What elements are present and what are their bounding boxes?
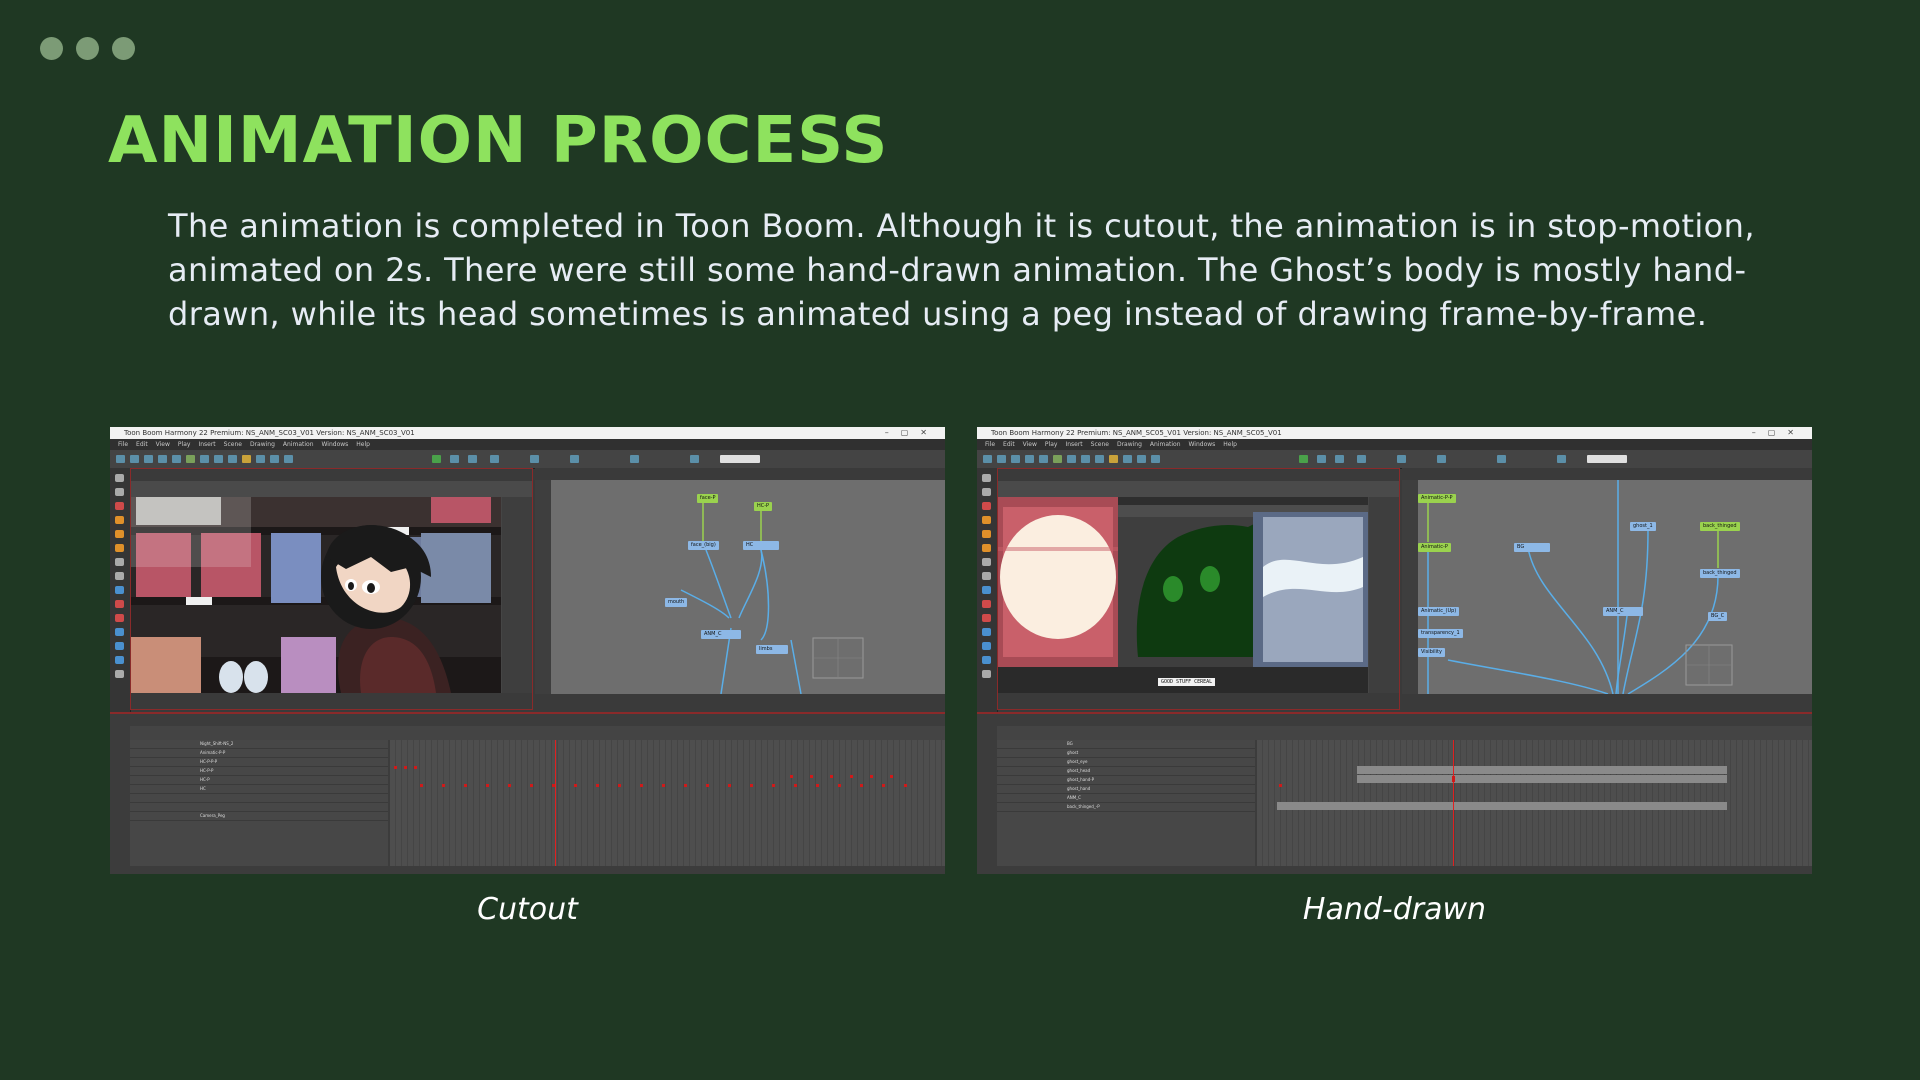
- window-titlebar: Toon Boom Harmony 22 Premium: NS_ANM_SC0…: [110, 427, 945, 439]
- layer-row: ANM_C: [997, 794, 1255, 803]
- menu-item: Help: [356, 441, 370, 448]
- layer-row: [130, 794, 388, 803]
- main-toolbar: [977, 450, 1812, 469]
- node: transparency_1: [1418, 629, 1463, 638]
- node: face_(big): [688, 541, 719, 550]
- node: mouth: [665, 598, 688, 607]
- toonboom-screenshot-hand-drawn: Toon Boom Harmony 22 Premium: NS_ANM_SC0…: [977, 427, 1812, 874]
- dot-icon: [40, 37, 63, 60]
- slide-title: ANIMATION PROCESS: [108, 104, 889, 178]
- layer-row: ghost_hand: [997, 785, 1255, 794]
- node: Animatic-P-P: [1418, 494, 1456, 503]
- menu-item: File: [985, 441, 996, 448]
- menu-item: View: [1022, 441, 1037, 448]
- node: ANM_C: [701, 630, 741, 639]
- menu-item: Windows: [321, 441, 349, 448]
- menu-item: Drawing: [249, 441, 275, 448]
- node-graph: face-P HC-P face_(big) HC mouth ANM_C li…: [551, 480, 945, 694]
- window-title: Toon Boom Harmony 22 Premium: NS_ANM_SC0…: [124, 429, 415, 437]
- layer-row: HC-P-P: [130, 767, 388, 776]
- dot-icon: [112, 37, 135, 60]
- timeline-panel: BG ghost ghost_eye ghost_head ghost_hand…: [977, 712, 1812, 874]
- window-dots: [40, 37, 135, 60]
- menu-item: Play: [1044, 441, 1058, 448]
- node: limbs: [756, 645, 788, 654]
- slide-body-text: The animation is completed in Toon Boom.…: [168, 207, 1755, 333]
- dot-icon: [76, 37, 99, 60]
- caption-cutout: Cutout: [477, 892, 578, 927]
- layer-row: HC-P: [130, 776, 388, 785]
- layer-row: [130, 803, 388, 812]
- camera-view-panel: [130, 468, 533, 710]
- node: HC: [743, 541, 779, 550]
- camera-view-panel: GOOD STUFF CEREAL: [997, 468, 1400, 710]
- menu-item: Insert: [198, 441, 216, 448]
- node: back_thinged: [1700, 569, 1740, 578]
- menu-item: Scene: [1090, 441, 1109, 448]
- menu-item: Help: [1223, 441, 1237, 448]
- scene-canvas: GOOD STUFF CEREAL: [998, 497, 1368, 693]
- menu-item: Scene: [223, 441, 242, 448]
- menu-item: Drawing: [1116, 441, 1142, 448]
- node-view-panel: face-P HC-P face_(big) HC mouth ANM_C li…: [535, 468, 945, 710]
- timeline-grid: [1257, 740, 1812, 866]
- scene-canvas: [131, 497, 501, 693]
- window-controls: –▢✕: [1751, 428, 1806, 437]
- layer-row: Animatic-P-P: [130, 749, 388, 758]
- node-graph: Animatic-P-P Animatic-P BG ghost_1 back_…: [1418, 480, 1812, 694]
- node: back_thinged: [1700, 522, 1740, 531]
- menu-item: File: [118, 441, 129, 448]
- main-toolbar: [110, 450, 945, 469]
- timeline-panel: Night_Shift-NS_2 Animatic-P-P HC-P-P-P H…: [110, 712, 945, 874]
- menu-item: Animation: [1149, 441, 1181, 448]
- node: ghost_1: [1630, 522, 1656, 531]
- window-title: Toon Boom Harmony 22 Premium: NS_ANM_SC0…: [991, 429, 1282, 437]
- toonboom-screenshot-cutout: Toon Boom Harmony 22 Premium: NS_ANM_SC0…: [110, 427, 945, 874]
- node: face-P: [697, 494, 719, 503]
- menu-item: Edit: [136, 441, 148, 448]
- layer-row: ghost_head: [997, 767, 1255, 776]
- layer-row: BG: [997, 740, 1255, 749]
- layer-row: HC: [130, 785, 388, 794]
- cereal-label: GOOD STUFF CEREAL: [1158, 678, 1216, 686]
- menu-bar: File Edit View Play Insert Scene Drawing Animat…: [977, 439, 1812, 450]
- menu-item: Play: [177, 441, 191, 448]
- timeline-grid: [390, 740, 945, 866]
- node: Animatic_(Up): [1418, 607, 1460, 616]
- node: Animatic-P: [1418, 543, 1451, 552]
- menu-item: Animation: [282, 441, 314, 448]
- layer-row: ghost_hand-P: [997, 776, 1255, 785]
- layer-row: ghost_eye: [997, 758, 1255, 767]
- node: Visibility: [1418, 648, 1445, 657]
- window-titlebar: Toon Boom Harmony 22 Premium: NS_ANM_SC0…: [977, 427, 1812, 439]
- menu-bar: File Edit View Play Insert Scene Drawing Animat…: [110, 439, 945, 450]
- caption-hand-drawn: Hand-drawn: [1302, 892, 1487, 927]
- node: ANM_C: [1603, 607, 1643, 616]
- node: BG_C: [1708, 612, 1728, 621]
- layer-list: Night_Shift-NS_2 Animatic-P-P HC-P-P-P H…: [130, 740, 388, 866]
- layer-list: BG ghost ghost_eye ghost_head ghost_hand…: [997, 740, 1255, 866]
- node: BG: [1514, 543, 1550, 552]
- node: HC-P: [754, 502, 773, 511]
- menu-item: View: [155, 441, 170, 448]
- menu-item: Windows: [1188, 441, 1216, 448]
- node-view-panel: Animatic-P-P Animatic-P BG ghost_1 back_…: [1402, 468, 1812, 710]
- layer-row: Camera_Peg: [130, 812, 388, 821]
- layer-row: ghost: [997, 749, 1255, 758]
- layer-row: HC-P-P-P: [130, 758, 388, 767]
- layer-row: Night_Shift-NS_2: [130, 740, 388, 749]
- layer-row: back_thinged_-P: [997, 803, 1255, 812]
- menu-item: Insert: [1065, 441, 1083, 448]
- menu-item: Edit: [1003, 441, 1015, 448]
- window-controls: –▢✕: [884, 428, 939, 437]
